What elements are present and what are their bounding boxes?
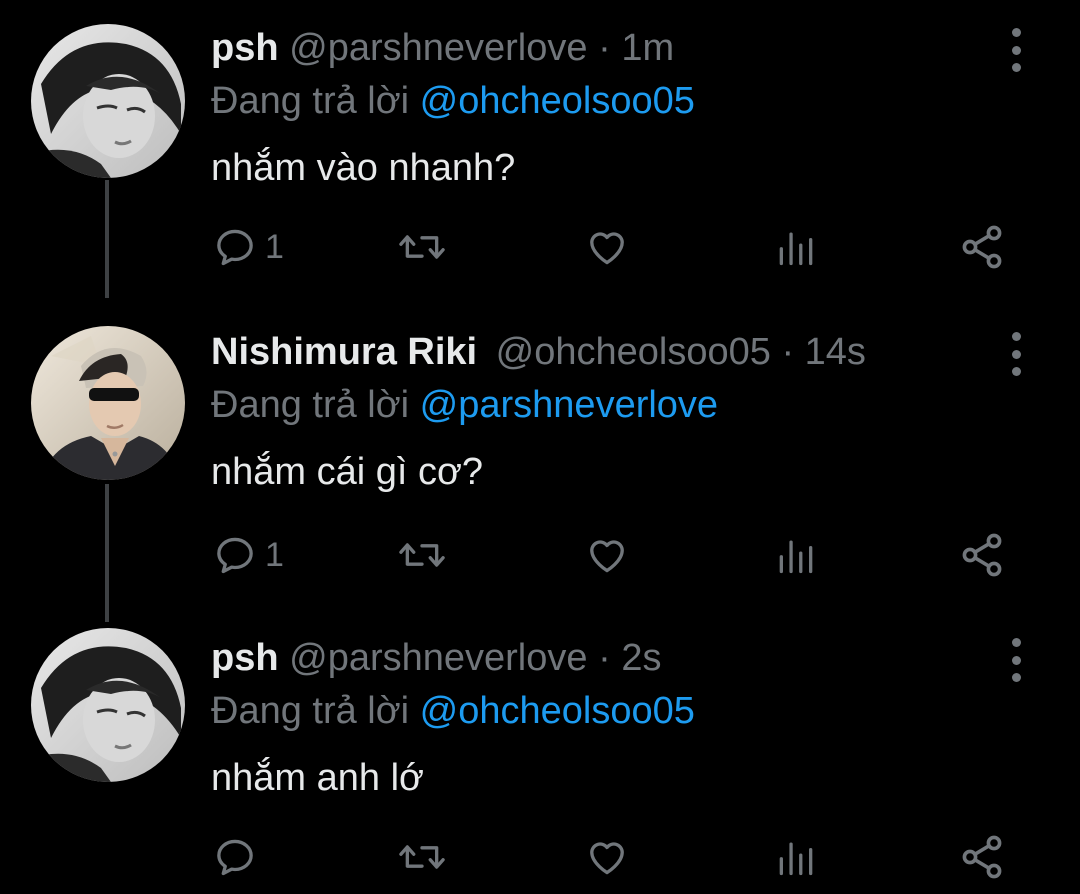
avatar[interactable] bbox=[31, 628, 185, 782]
more-icon bbox=[1011, 349, 1021, 359]
more-icon bbox=[1011, 367, 1021, 376]
avatar-grayscale-person-icon bbox=[31, 628, 185, 782]
reply-button[interactable]: 1 bbox=[213, 530, 284, 580]
retweet-icon bbox=[399, 845, 445, 869]
views-button[interactable] bbox=[774, 832, 818, 882]
reply-mention-link[interactable]: @ohcheolsoo05 bbox=[420, 690, 695, 732]
reply-mention-link[interactable]: @parshneverlove bbox=[420, 384, 718, 426]
retweet-icon bbox=[399, 235, 445, 259]
more-icon bbox=[1011, 655, 1021, 665]
share-icon bbox=[962, 225, 1002, 269]
user-handle[interactable]: @ohcheolsoo05 bbox=[496, 331, 771, 373]
display-name[interactable]: psh bbox=[211, 27, 279, 69]
retweet-button[interactable] bbox=[396, 222, 448, 272]
views-button[interactable] bbox=[774, 222, 818, 272]
display-name[interactable]: psh bbox=[211, 637, 279, 679]
separator-dot: · bbox=[781, 331, 795, 373]
views-icon bbox=[779, 842, 813, 876]
reply-context: Đang trả lời @ohcheolsoo05 bbox=[211, 685, 695, 737]
avatar[interactable] bbox=[31, 326, 185, 480]
reply-count: 1 bbox=[265, 227, 284, 266]
reply-context: Đang trả lời @parshneverlove bbox=[211, 379, 718, 431]
reply-prefix: Đang trả lời bbox=[211, 384, 410, 426]
views-icon bbox=[779, 540, 813, 574]
more-icon bbox=[1011, 332, 1021, 341]
share-button[interactable] bbox=[958, 222, 1006, 272]
share-button[interactable] bbox=[958, 530, 1006, 580]
timestamp[interactable]: 1m bbox=[621, 27, 674, 69]
tweet-actions bbox=[0, 832, 1080, 882]
reply-count: 1 bbox=[265, 535, 284, 574]
more-icon bbox=[1011, 63, 1021, 72]
like-icon bbox=[590, 232, 624, 265]
more-button[interactable] bbox=[1000, 28, 1032, 72]
views-icon bbox=[779, 232, 813, 266]
more-icon bbox=[1011, 673, 1021, 682]
share-button[interactable] bbox=[958, 832, 1006, 882]
tweet-actions: 1 bbox=[0, 530, 1080, 580]
like-button[interactable] bbox=[584, 222, 630, 272]
reply-mention-link[interactable]: @ohcheolsoo05 bbox=[420, 80, 695, 122]
tweet-header: psh @parshneverlove · 2s bbox=[211, 632, 661, 684]
reply-icon bbox=[217, 229, 253, 266]
like-icon bbox=[590, 842, 624, 875]
avatar-person-sunglasses-icon bbox=[31, 326, 185, 480]
tweet-header: psh @parshneverlove · 1m bbox=[211, 22, 674, 74]
reply-prefix: Đang trả lời bbox=[211, 690, 410, 732]
reply-button[interactable] bbox=[213, 832, 265, 882]
reply-icon bbox=[217, 839, 253, 876]
like-button[interactable] bbox=[584, 832, 630, 882]
user-handle[interactable]: @parshneverlove bbox=[289, 637, 587, 679]
tweet[interactable]: Nishimura Riki @ohcheolsoo05 · 14s Đang … bbox=[0, 304, 1080, 608]
share-icon bbox=[962, 835, 1002, 879]
more-icon bbox=[1011, 638, 1021, 647]
retweet-button[interactable] bbox=[396, 530, 448, 580]
more-button[interactable] bbox=[1000, 332, 1032, 376]
like-button[interactable] bbox=[584, 530, 630, 580]
tweet[interactable]: psh @parshneverlove · 2s Đang trả lời @o… bbox=[0, 610, 1080, 894]
timestamp[interactable]: 2s bbox=[621, 637, 661, 679]
tweet-header: Nishimura Riki @ohcheolsoo05 · 14s bbox=[211, 326, 866, 378]
avatar[interactable] bbox=[31, 24, 185, 178]
more-button[interactable] bbox=[1000, 638, 1032, 682]
tweet-actions: 1 bbox=[0, 222, 1080, 272]
views-button[interactable] bbox=[774, 530, 818, 580]
user-handle[interactable]: @parshneverlove bbox=[289, 27, 587, 69]
tweet-text: nhắm anh lớ bbox=[211, 757, 424, 799]
reply-prefix: Đang trả lời bbox=[211, 80, 410, 122]
reply-button[interactable]: 1 bbox=[213, 222, 284, 272]
separator-dot: · bbox=[598, 637, 611, 679]
like-icon bbox=[590, 540, 624, 573]
reply-context: Đang trả lời @ohcheolsoo05 bbox=[211, 75, 695, 127]
avatar-grayscale-person-icon bbox=[31, 24, 185, 178]
tweet-text: nhắm vào nhanh? bbox=[211, 147, 516, 189]
tweet[interactable]: psh @parshneverlove · 1m Đang trả lời @o… bbox=[0, 0, 1080, 300]
display-name[interactable]: Nishimura Riki bbox=[211, 331, 477, 373]
retweet-button[interactable] bbox=[396, 832, 448, 882]
reply-icon bbox=[217, 537, 253, 574]
tweet-text: nhắm cái gì cơ? bbox=[211, 451, 484, 493]
more-icon bbox=[1011, 28, 1021, 37]
timestamp[interactable]: 14s bbox=[805, 331, 866, 373]
separator-dot: · bbox=[598, 27, 611, 69]
share-icon bbox=[962, 533, 1002, 577]
more-icon bbox=[1011, 45, 1021, 55]
retweet-icon bbox=[399, 543, 445, 567]
